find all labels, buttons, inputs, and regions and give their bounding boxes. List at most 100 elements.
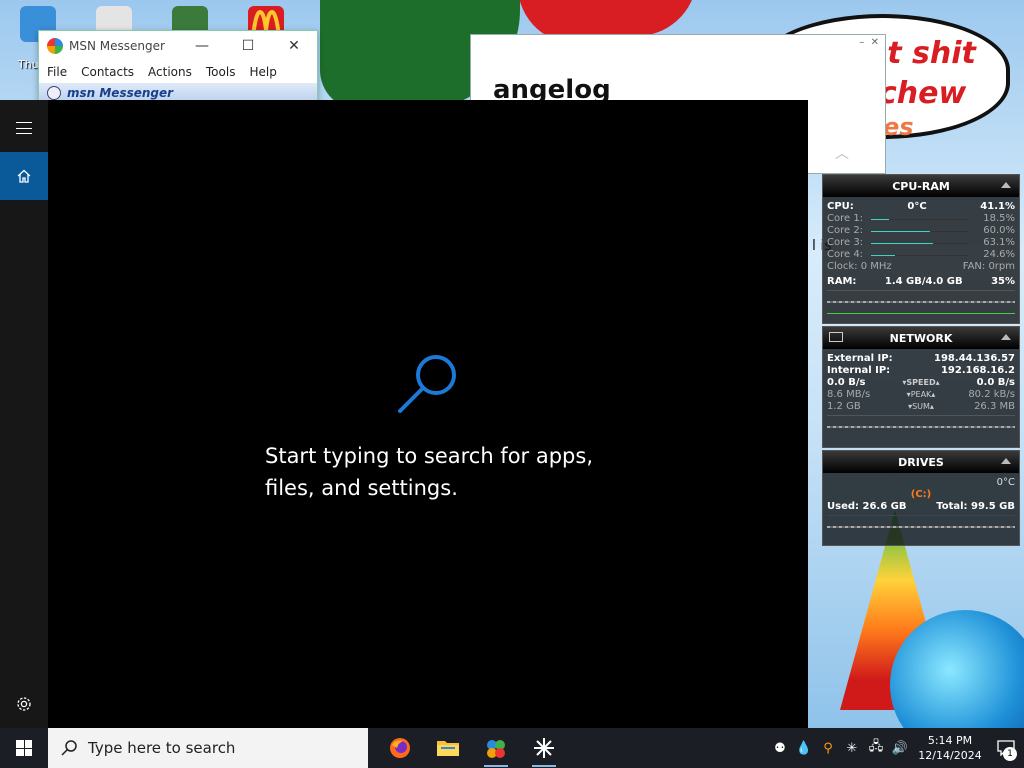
gear-icon <box>17 697 31 711</box>
drive-usage-bar <box>827 515 1015 541</box>
msn-window-title: MSN Messenger <box>69 39 165 53</box>
close-button[interactable]: ✕ <box>271 38 317 54</box>
core-row: Core 2: 60.0% <box>823 225 1019 237</box>
sum-row: 1.2 GB ▾SUM▴ 26.3 MB <box>823 401 1019 413</box>
peak-up: 80.2 kB/s <box>968 389 1015 400</box>
core-value: 24.6% <box>983 249 1015 260</box>
peak-row: 8.6 MB/s ▾PEAK▴ 80.2 kB/s <box>823 389 1019 401</box>
menu-file[interactable]: File <box>47 65 67 79</box>
bubble-line-2: chew <box>879 76 967 111</box>
core-label: Core 4: <box>827 249 864 260</box>
menu-actions[interactable]: Actions <box>148 65 192 79</box>
network-gadget: NETWORK External IP: 198.44.136.57 Inter… <box>822 326 1020 448</box>
settings-button[interactable] <box>0 680 48 728</box>
core-bar <box>871 218 969 220</box>
core-bar-fill <box>871 242 933 244</box>
network-header: NETWORK <box>823 327 1019 349</box>
drives-gadget: DRIVES 0°C (C:) Used: 26.6 GB Total: 99.… <box>822 450 1020 546</box>
search-placeholder: Type here to search <box>88 739 236 757</box>
ram-label: RAM: <box>827 276 857 287</box>
snowflake-icon <box>534 738 554 758</box>
speed-label: ▾SPEED▴ <box>902 378 940 387</box>
taskbar-file-explorer[interactable] <box>424 728 472 768</box>
drive-used: Used: 26.6 GB <box>827 501 907 512</box>
cpu-ram-header: CPU-RAM <box>823 175 1019 197</box>
menu-tools[interactable]: Tools <box>206 65 236 79</box>
network-graph <box>827 415 1015 441</box>
sum-down: 1.2 GB <box>827 401 861 412</box>
collapse-arrow-icon[interactable] <box>1001 458 1011 464</box>
ram-value: 35% <box>991 276 1015 287</box>
drives-title: DRIVES <box>898 455 944 469</box>
menu-button[interactable] <box>0 104 48 152</box>
core-bar <box>871 242 969 244</box>
start-button[interactable] <box>0 728 48 768</box>
taskbar-search-box[interactable]: Type here to search <box>48 728 368 768</box>
core-label: Core 1: <box>827 213 864 224</box>
menu-contacts[interactable]: Contacts <box>81 65 134 79</box>
msn-brand-text: msn Messenger <box>67 86 174 100</box>
monitor-icon <box>829 332 843 342</box>
core-row: Core 4: 24.6% <box>823 249 1019 261</box>
tray-droplet-icon[interactable]: 💧 <box>792 728 816 768</box>
external-ip-value: 198.44.136.57 <box>934 353 1015 364</box>
notification-center-button[interactable]: 1 <box>988 728 1024 768</box>
taskbar-msn-messenger[interactable] <box>472 728 520 768</box>
internal-ip-label: Internal IP: <box>827 365 891 376</box>
tray-search-icon[interactable]: ⚲ <box>816 728 840 768</box>
search-prompt: Start typing to search for apps, files, … <box>265 440 665 504</box>
collapse-icon[interactable] <box>47 86 61 100</box>
cpu-clock: Clock: 0 MHz <box>827 261 892 272</box>
external-ip-row: External IP: 198.44.136.57 <box>823 353 1019 365</box>
core-bar-fill <box>871 218 890 220</box>
background-window-controls[interactable]: – ✕ <box>859 37 879 48</box>
windows-logo-icon <box>16 740 32 756</box>
sum-label: ▾SUM▴ <box>908 402 934 411</box>
system-tray: ⚉ 💧 ⚲ ✳ 🖧 🔊 5:14 PM 12/14/2024 1 <box>768 728 1024 768</box>
core-value: 63.1% <box>983 237 1015 248</box>
core-bar-fill <box>871 254 896 256</box>
taskbar: Type here to search ⚉ 💧 ⚲ ✳ 🖧 🔊 5:14 PM … <box>0 728 1024 768</box>
taskbar-clock[interactable]: 5:14 PM 12/14/2024 <box>912 733 988 763</box>
bubble-line-3: es <box>883 113 914 141</box>
menu-help[interactable]: Help <box>249 65 276 79</box>
core-bar <box>871 230 969 232</box>
taskbar-firefox[interactable] <box>376 728 424 768</box>
tray-snowflake-icon[interactable]: ✳ <box>840 728 864 768</box>
msn-menubar: File Contacts Actions Tools Help <box>39 61 317 83</box>
internal-ip-row: Internal IP: 192.168.16.2 <box>823 365 1019 377</box>
peak-label: ▾PEAK▴ <box>906 390 936 399</box>
core-bar-fill <box>871 230 930 232</box>
cpu-fan: FAN: 0rpm <box>962 261 1015 272</box>
start-left-rail <box>0 100 48 728</box>
tray-network-icon[interactable]: 🖧 <box>864 728 888 768</box>
home-icon <box>17 169 31 183</box>
msn-messenger-icon <box>487 740 505 758</box>
drive-temp: 0°C <box>996 477 1015 488</box>
core-value: 60.0% <box>983 225 1015 236</box>
scroll-up-icon[interactable]: ︿ <box>835 143 849 163</box>
network-title: NETWORK <box>889 331 953 345</box>
drive-usage-row: Used: 26.6 GB Total: 99.5 GB <box>823 501 1019 513</box>
sum-up: 26.3 MB <box>974 401 1015 412</box>
maximize-button[interactable]: ☐ <box>225 38 271 54</box>
drives-header: DRIVES <box>823 451 1019 473</box>
tray-people-icon[interactable]: ⚉ <box>768 728 792 768</box>
msn-butterfly-icon <box>47 38 63 54</box>
msn-titlebar[interactable]: MSN Messenger — ☐ ✕ <box>39 31 317 61</box>
taskbar-snowflake-app[interactable] <box>520 728 568 768</box>
tray-volume-icon[interactable]: 🔊 <box>888 728 912 768</box>
minimize-button[interactable]: — <box>179 38 225 54</box>
search-icon <box>398 355 456 413</box>
ram-graph <box>827 290 1015 316</box>
internal-ip-value: 192.168.16.2 <box>940 365 1015 376</box>
collapse-arrow-icon[interactable] <box>1001 334 1011 340</box>
taskbar-apps <box>376 728 568 768</box>
search-prompt-line-1: Start typing to search for apps, <box>265 444 594 468</box>
collapse-arrow-icon[interactable] <box>1001 182 1011 188</box>
speed-up: 0.0 B/s <box>976 377 1015 388</box>
core-row: Core 1: 18.5% <box>823 213 1019 225</box>
cpu-label: CPU: <box>827 201 854 212</box>
desktop-icon-label: Thu <box>18 58 39 71</box>
home-button[interactable] <box>0 152 48 200</box>
